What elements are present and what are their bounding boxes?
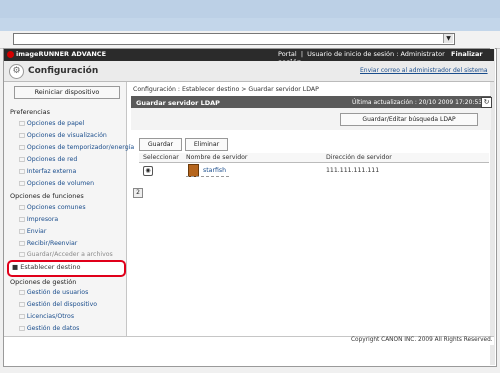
settings-icon: ⚙ — [9, 64, 24, 79]
sidebar-item-volume[interactable]: Opciones de volumen — [19, 180, 94, 187]
sidebar-item-label: Establecer destino — [12, 263, 80, 271]
sidebar-item-users[interactable]: Gestión de usuarios — [19, 289, 88, 296]
sidebar-item-licenses[interactable]: Licencias/Otros — [19, 313, 74, 320]
save-edit-ldap-search-button[interactable]: Guardar/Editar búsqueda LDAP — [340, 113, 478, 126]
refresh-icon[interactable]: ↻ — [481, 97, 492, 108]
delete-button[interactable]: Eliminar — [185, 138, 228, 151]
sidebar-item-display[interactable]: Opciones de visualización — [19, 132, 107, 139]
sidebar-item-files[interactable]: Guardar/Acceder a archivos — [19, 251, 113, 258]
sidebar-item-common[interactable]: Opciones comunes — [19, 204, 86, 211]
address-input[interactable] — [13, 33, 455, 45]
copyright-text: Copyright CANON INC. 2009 All Rights Res… — [351, 337, 493, 343]
breadcrumb: Configuración : Establecer destino > Gua… — [133, 86, 319, 93]
divider — [186, 176, 229, 177]
sidebar-section-management: Opciones de gestión — [10, 278, 77, 286]
sidebar-item-data[interactable]: Gestión de datos — [19, 325, 80, 332]
sidebar-item-network[interactable]: Opciones de red — [19, 156, 77, 163]
sidebar-section-functions: Opciones de funciones — [10, 192, 84, 200]
browser-toolbar — [0, 18, 500, 31]
server-name-link[interactable]: starfish — [203, 167, 226, 174]
sidebar-item-receive[interactable]: Recibir/Reenviar — [19, 240, 78, 247]
email-admin-link[interactable]: Enviar correo al administrador del siste… — [360, 67, 488, 74]
portal-link[interactable]: Portal — [278, 50, 297, 58]
server-address: 111.111.111.111 — [326, 167, 380, 174]
column-server-address: Dirección de servidor — [326, 154, 392, 161]
sidebar-section-preferences: Preferencias — [10, 108, 51, 116]
sidebar-item-paper[interactable]: Opciones de papel — [19, 120, 85, 127]
restart-device-button[interactable]: Reiniciar dispositivo — [14, 86, 120, 99]
brand-name: imageRUNNER ADVANCE — [16, 50, 107, 58]
page-title: Configuración — [28, 66, 99, 76]
sidebar-item-printer[interactable]: Impresora — [19, 216, 58, 223]
save-button[interactable]: Guardar — [139, 138, 182, 151]
page-number[interactable]: 2 — [133, 188, 143, 198]
window-title-bar — [0, 0, 500, 18]
sidebar-item-send[interactable]: Enviar — [19, 228, 47, 235]
last-update-text: Última actualización : 20/10 2009 17:20:… — [352, 99, 483, 106]
row-select-radio[interactable]: ◉ — [143, 166, 153, 176]
panel-title: Guardar servidor LDAP — [136, 99, 220, 107]
column-server-name: Nombre de servidor — [186, 154, 248, 161]
login-user-text: Usuario de inicio de sesión : Administra… — [307, 50, 445, 58]
sidebar-item-device[interactable]: Gestión del dispositivo — [19, 301, 97, 308]
chevron-down-icon[interactable]: ▼ — [443, 34, 453, 43]
canon-logo-icon — [7, 51, 14, 58]
sidebar-item-interface[interactable]: Interfaz externa — [19, 168, 76, 175]
column-select: Seleccionar — [143, 154, 179, 161]
sidebar-item-timer[interactable]: Opciones de temporizador/energía — [19, 144, 134, 151]
